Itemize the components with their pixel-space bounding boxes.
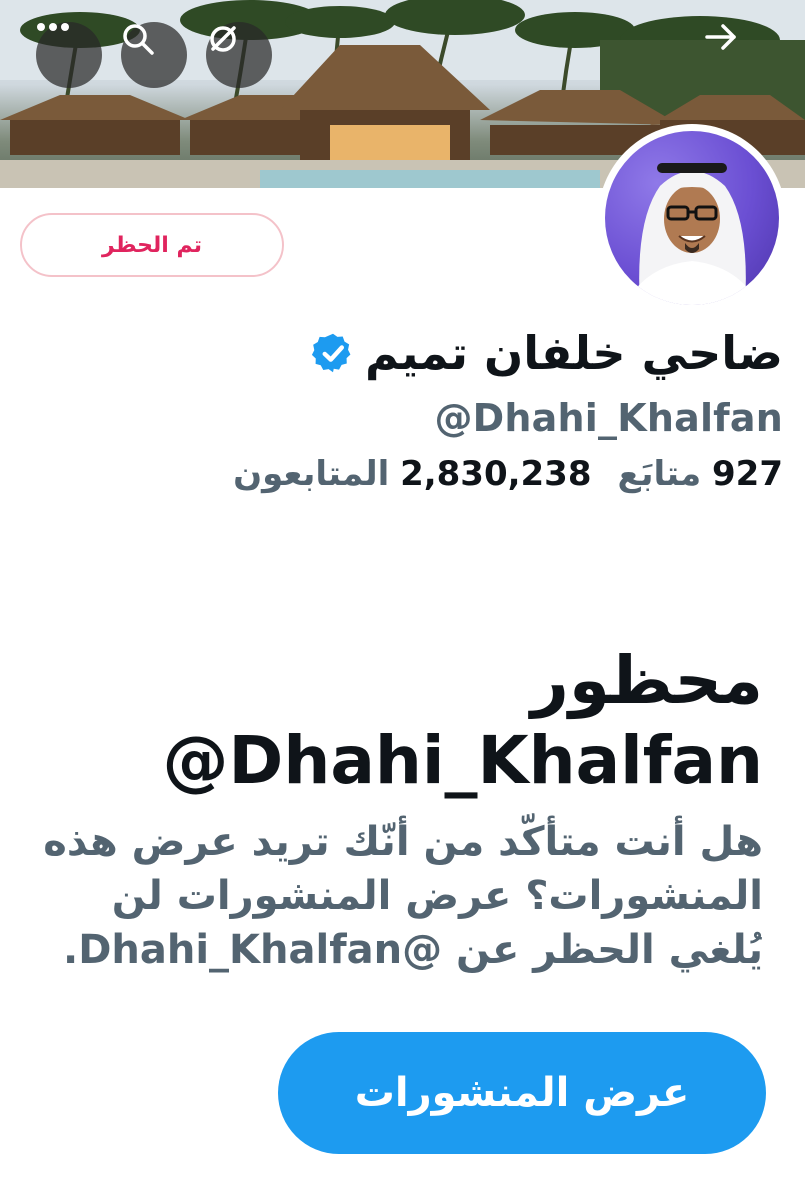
verified-badge-icon <box>311 333 351 373</box>
hide-button[interactable] <box>206 22 272 88</box>
slash-circle-icon <box>210 26 236 52</box>
blocked-title: محظور <box>530 642 763 719</box>
following-count: 927 <box>712 454 783 494</box>
profile-handle: @Dhahi_Khalfan <box>434 396 783 440</box>
following-label: متابَع <box>617 454 702 494</box>
profile-name-row: ضاحي خلفان تميم <box>311 326 783 380</box>
arrow-right-icon <box>705 24 736 50</box>
back-button[interactable] <box>704 22 770 88</box>
followers-label: المتابعون <box>233 454 390 494</box>
following-stat[interactable]: 927 متابَع <box>618 454 784 494</box>
more-button[interactable] <box>36 22 102 88</box>
profile-avatar[interactable] <box>598 124 786 312</box>
avatar-image <box>605 131 779 305</box>
followers-count: 2,830,238 <box>400 454 592 494</box>
blocked-description: هل أنت متأكّد من أنّك تريد عرض هذه المنش… <box>43 819 763 973</box>
profile-stats: 927 متابَع 2,830,238 المتابعون <box>233 454 783 494</box>
view-posts-button[interactable]: عرض المنشورات <box>278 1032 766 1154</box>
more-horizontal-icon <box>37 23 69 31</box>
search-button[interactable] <box>121 22 187 88</box>
blocked-button[interactable]: تم الحظر <box>20 213 284 277</box>
profile-name: ضاحي خلفان تميم <box>365 326 783 380</box>
blocked-title-handle: @Dhahi_Khalfan <box>162 722 763 799</box>
search-icon <box>123 24 154 55</box>
followers-stat[interactable]: 2,830,238 المتابعون <box>233 454 591 494</box>
